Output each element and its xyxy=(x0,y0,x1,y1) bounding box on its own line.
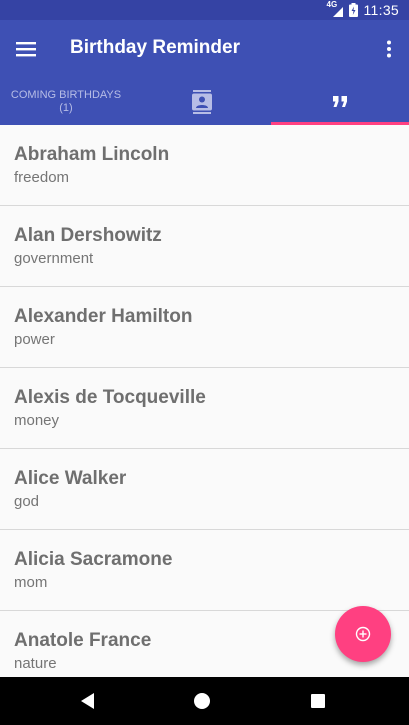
menu-button[interactable] xyxy=(6,29,46,69)
quote-topic: money xyxy=(14,412,60,429)
author-name: Alicia Sacramone xyxy=(14,549,173,570)
status-bar: 4G 11:35 xyxy=(0,0,409,20)
clock: 11:35 xyxy=(363,2,399,18)
quote-icon xyxy=(333,96,347,107)
home-icon xyxy=(194,693,210,709)
list-item[interactable]: Alexander Hamilton power xyxy=(0,287,409,368)
list-item[interactable]: Alexis de Tocqueville money xyxy=(0,368,409,449)
quote-topic: power xyxy=(14,331,55,348)
system-nav-bar xyxy=(0,677,409,725)
back-icon xyxy=(81,693,94,709)
list-item[interactable]: Abraham Lincoln freedom xyxy=(0,125,409,206)
quote-topic: mom xyxy=(14,574,48,591)
list-item[interactable]: Alicia Sacramone mom xyxy=(0,530,409,611)
battery-charging-icon xyxy=(348,3,358,17)
recents-icon xyxy=(311,694,325,708)
tab-coming-label: COMING BIRTHDAYS xyxy=(10,88,122,101)
more-vert-icon xyxy=(387,40,391,58)
tab-coming-count: (1) xyxy=(59,101,73,114)
add-circle-icon xyxy=(355,626,371,642)
quote-topic: god xyxy=(14,493,40,510)
status-icons: 4G 11:35 xyxy=(327,0,400,20)
tab-quotes[interactable] xyxy=(271,78,409,125)
add-quote-button[interactable] xyxy=(335,606,391,662)
tab-contacts[interactable] xyxy=(136,78,268,125)
tab-coming-birthdays[interactable]: COMING BIRTHDAYS (1) xyxy=(0,78,132,125)
list-item[interactable]: Alice Walker god xyxy=(0,449,409,530)
overflow-menu-button[interactable] xyxy=(377,29,401,69)
author-name: Abraham Lincoln xyxy=(14,144,170,165)
app-bar: Birthday Reminder xyxy=(0,20,409,78)
quote-topic: government xyxy=(14,250,94,267)
author-name: Alexis de Tocqueville xyxy=(14,387,206,408)
list-item[interactable]: Alan Dershowitz government xyxy=(0,206,409,287)
author-name: Alan Dershowitz xyxy=(14,225,162,246)
recents-button[interactable] xyxy=(304,687,332,715)
quote-topic: freedom xyxy=(14,169,70,186)
page-title: Birthday Reminder xyxy=(70,37,240,58)
contacts-icon xyxy=(192,89,212,114)
author-name: Alice Walker xyxy=(14,468,127,489)
tab-bar: COMING BIRTHDAYS (1) xyxy=(0,78,409,125)
home-button[interactable] xyxy=(188,687,216,715)
author-name: Alexander Hamilton xyxy=(14,306,193,327)
signal-icon: 4G xyxy=(327,0,343,17)
menu-icon xyxy=(16,42,36,57)
back-button[interactable] xyxy=(74,687,102,715)
quote-list: Abraham Lincoln freedom Alan Dershowitz … xyxy=(0,125,409,692)
